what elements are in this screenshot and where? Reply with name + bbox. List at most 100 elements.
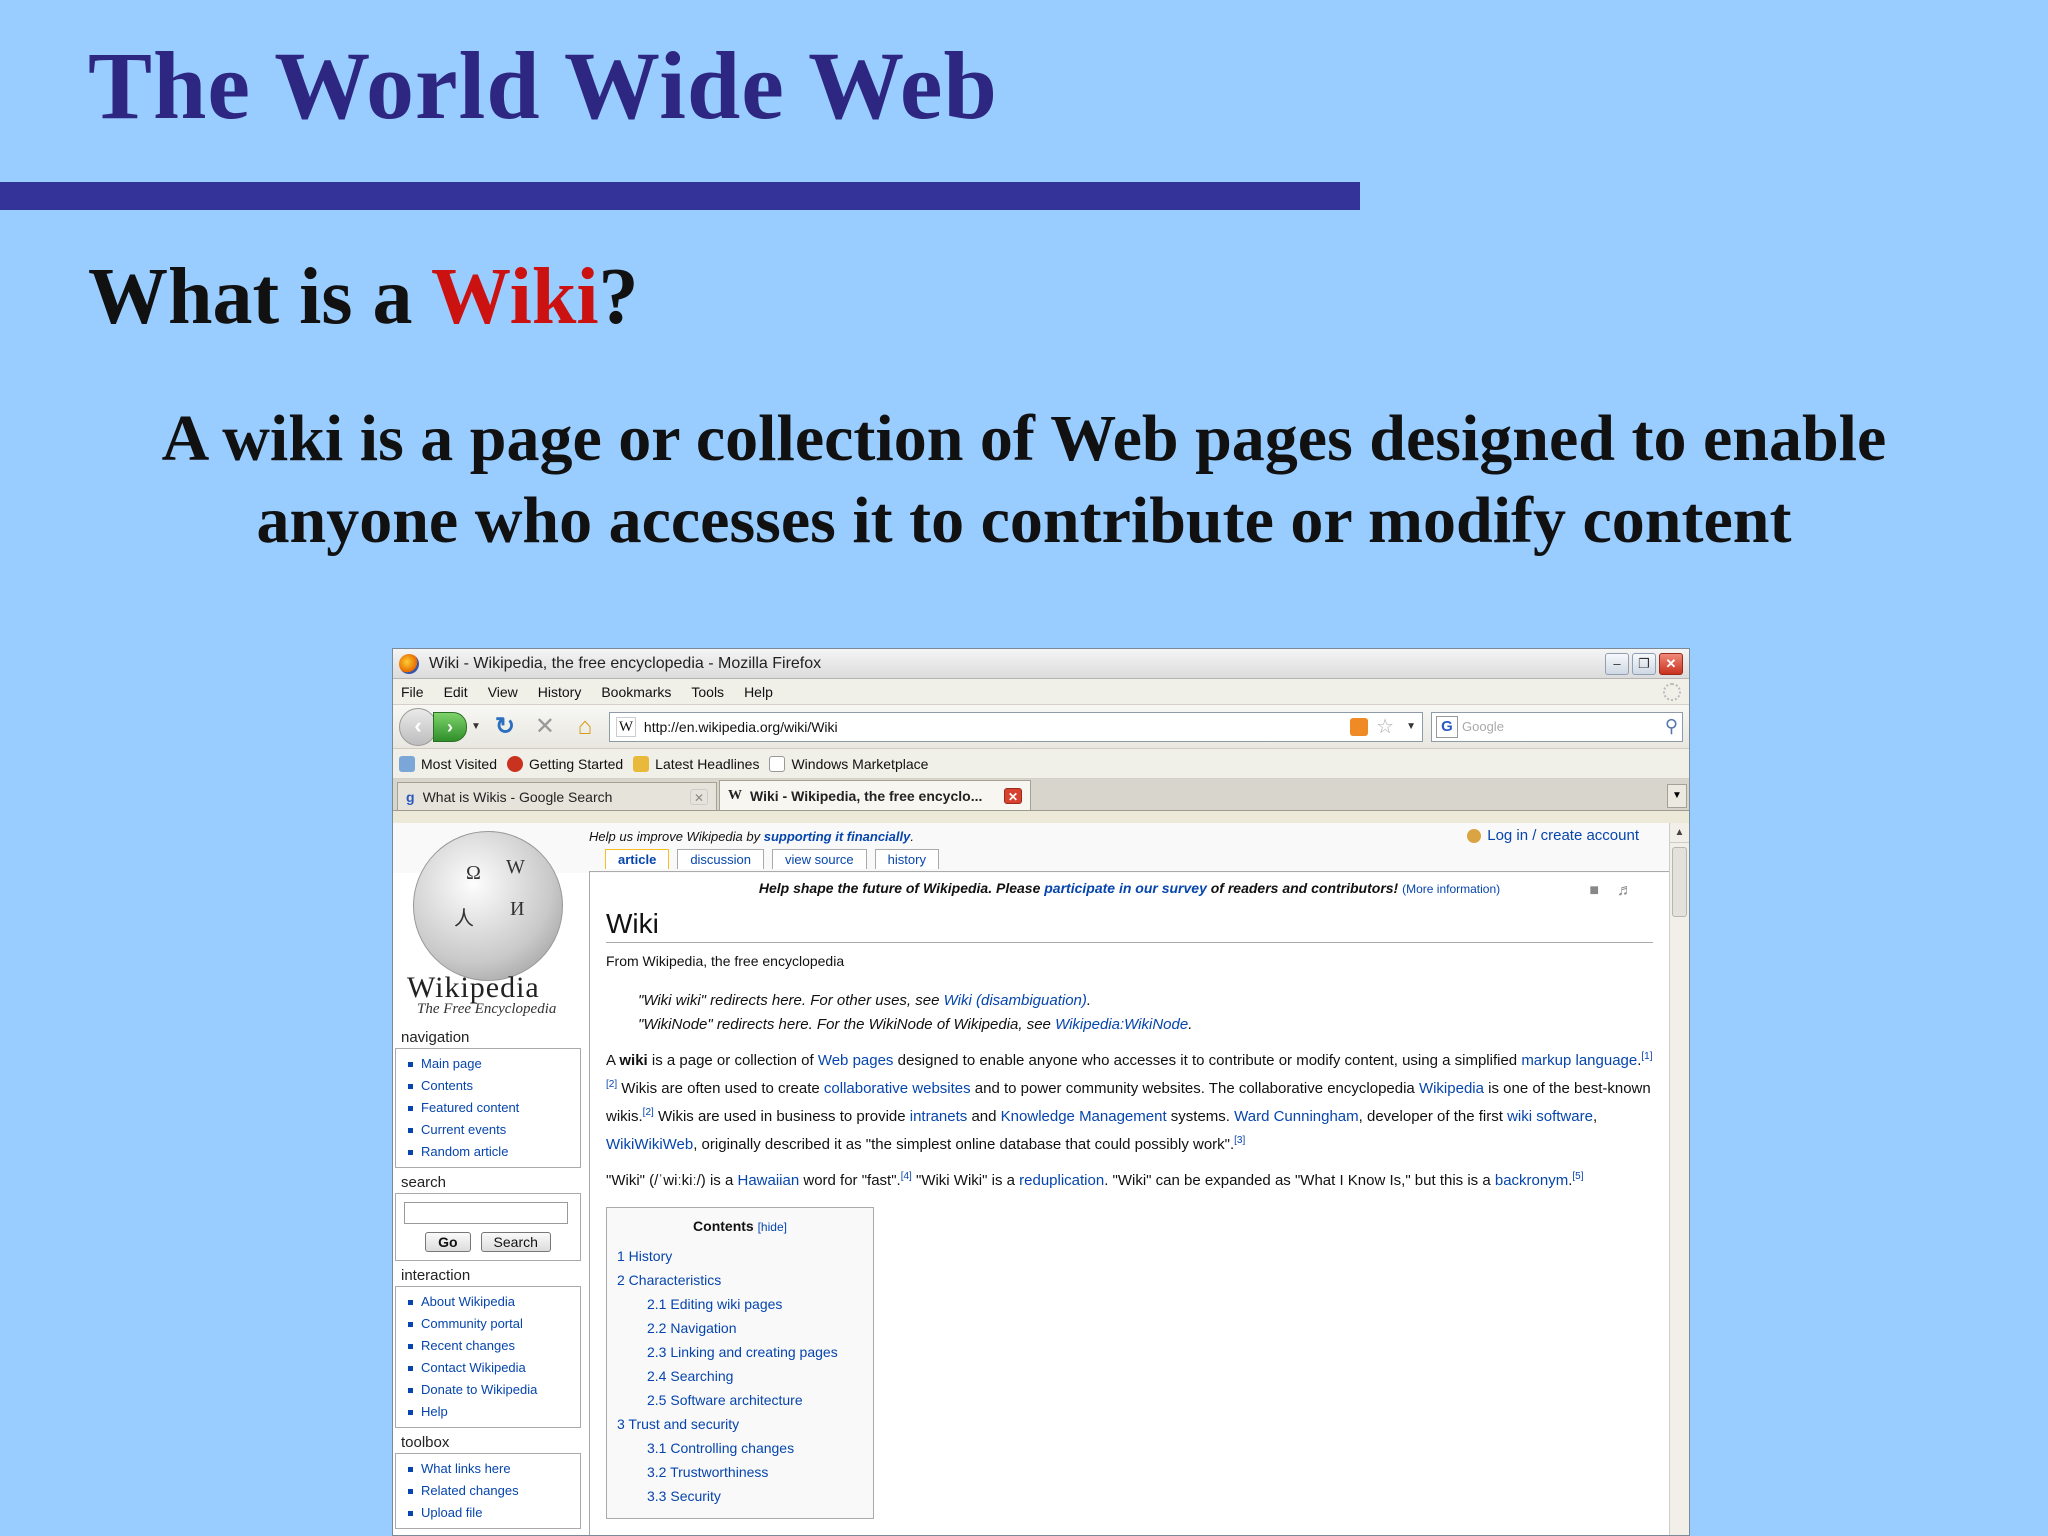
bookmark-most-visited[interactable]: Most Visited xyxy=(399,755,497,772)
tab-history[interactable]: history xyxy=(874,849,939,869)
close-button[interactable]: ✕ xyxy=(1659,652,1683,675)
toc-item[interactable]: 2.2 Navigation xyxy=(617,1316,863,1340)
menu-edit[interactable]: Edit xyxy=(444,684,468,700)
toc-hide-link[interactable]: [hide] xyxy=(758,1220,787,1234)
tab-article[interactable]: article xyxy=(605,849,670,869)
tab-discussion[interactable]: discussion xyxy=(677,849,765,869)
toc-item[interactable]: 2.1 Editing wiki pages xyxy=(617,1292,863,1316)
nav-contents[interactable]: Contents xyxy=(408,1075,574,1097)
wikipedia-link[interactable]: Wikipedia xyxy=(1419,1080,1484,1097)
menu-help[interactable]: Help xyxy=(744,684,773,700)
wikinode-link[interactable]: Wikipedia:WikiNode xyxy=(1055,1016,1188,1033)
nav-recent-changes[interactable]: Recent changes xyxy=(408,1335,574,1357)
home-icon[interactable]: ⌂ xyxy=(569,711,601,743)
forward-button[interactable]: › xyxy=(433,711,467,742)
toc-item[interactable]: 3.1 Controlling changes xyxy=(617,1436,863,1460)
wikipedia-logo[interactable]: Ω W 人 И Wikipedia The Free Encyclopedia xyxy=(393,823,589,1023)
hatnote-text: "Wiki wiki" redirects here. For other us… xyxy=(638,992,944,1009)
stop-icon[interactable]: ✕ xyxy=(529,711,561,743)
url-dropdown-icon[interactable]: ▼ xyxy=(1406,721,1416,732)
knowledge-management-link[interactable]: Knowledge Management xyxy=(1001,1108,1167,1125)
url-text[interactable]: http://en.wikipedia.org/wiki/Wiki xyxy=(644,719,1342,735)
tool-upload-file[interactable]: Upload file xyxy=(408,1502,574,1524)
nav-help[interactable]: Help xyxy=(408,1401,574,1423)
title-rule xyxy=(0,182,1360,210)
minimize-button[interactable]: – xyxy=(1605,652,1629,675)
scroll-up-icon[interactable]: ▲ xyxy=(1670,823,1689,843)
menu-history[interactable]: History xyxy=(538,684,582,700)
menu-view[interactable]: View xyxy=(488,684,518,700)
search-icon[interactable]: ⚲ xyxy=(1665,716,1678,737)
nav-random-article[interactable]: Random article xyxy=(408,1141,574,1163)
login-link[interactable]: Log in / create account xyxy=(1467,827,1639,844)
hawaiian-link[interactable]: Hawaiian xyxy=(737,1172,799,1189)
toolbox-portlet: What links here Related changes Upload f… xyxy=(395,1453,581,1529)
toc-item[interactable]: 3 Trust and security xyxy=(617,1412,863,1436)
tab-close-icon[interactable]: ✕ xyxy=(1004,787,1022,804)
reduplication-link[interactable]: reduplication xyxy=(1019,1172,1104,1189)
toc-item[interactable]: 1 History xyxy=(617,1244,863,1268)
toc-item[interactable]: 2.3 Linking and creating pages xyxy=(617,1340,863,1364)
wiki-software-link[interactable]: wiki software xyxy=(1507,1108,1593,1125)
wiki-search-input[interactable] xyxy=(404,1202,568,1224)
backronym-link[interactable]: backronym xyxy=(1495,1172,1568,1189)
nav-featured-content[interactable]: Featured content xyxy=(408,1097,574,1119)
collaborative-websites-link[interactable]: collaborative websites xyxy=(824,1080,971,1097)
bookmark-latest-headlines[interactable]: Latest Headlines xyxy=(633,755,760,772)
login-label[interactable]: Log in / create account xyxy=(1487,827,1639,844)
nav-about-wikipedia[interactable]: About Wikipedia xyxy=(408,1291,574,1313)
toc-item[interactable]: 2 Characteristics xyxy=(617,1268,863,1292)
search-placeholder[interactable]: Google xyxy=(1462,719,1661,734)
tab-list-dropdown-icon[interactable]: ▼ xyxy=(1667,784,1687,808)
disambiguation-link[interactable]: Wiki (disambiguation) xyxy=(944,992,1087,1009)
nav-main-page[interactable]: Main page xyxy=(408,1053,574,1075)
maximize-button[interactable]: ❐ xyxy=(1632,652,1656,675)
google-engine-icon[interactable]: G xyxy=(1436,715,1458,738)
toc-item[interactable]: 2.4 Searching xyxy=(617,1364,863,1388)
tab-wikipedia[interactable]: W Wiki - Wikipedia, the free encyclo... … xyxy=(719,780,1031,810)
bookmark-windows-marketplace[interactable]: Windows Marketplace xyxy=(769,755,928,772)
toc-item[interactable]: 2.5 Software architecture xyxy=(617,1388,863,1412)
nav-contact-wikipedia[interactable]: Contact Wikipedia xyxy=(408,1357,574,1379)
support-link[interactable]: supporting it financially xyxy=(764,829,911,844)
markup-language-link[interactable]: markup language xyxy=(1521,1052,1637,1069)
tool-related-changes[interactable]: Related changes xyxy=(408,1480,574,1502)
toc-title: Contents [hide] xyxy=(617,1218,863,1234)
web-pages-link[interactable]: Web pages xyxy=(818,1052,894,1069)
tool-what-links-here[interactable]: What links here xyxy=(408,1458,574,1480)
vertical-scrollbar[interactable]: ▲ xyxy=(1669,823,1689,1535)
window-titlebar: Wiki - Wikipedia, the free encyclopedia … xyxy=(393,649,1689,679)
tab-view-source[interactable]: view source xyxy=(772,849,867,869)
go-button[interactable]: Go xyxy=(425,1232,471,1252)
search-bar[interactable]: G Google ⚲ xyxy=(1431,711,1683,742)
reload-icon[interactable]: ↻ xyxy=(489,711,521,743)
menu-tools[interactable]: Tools xyxy=(691,684,724,700)
menu-bookmarks[interactable]: Bookmarks xyxy=(601,684,671,700)
bookmarks-toolbar: Most Visited Getting Started Latest Head… xyxy=(393,749,1689,779)
bookmark-label: Latest Headlines xyxy=(655,755,760,772)
nav-community-portal[interactable]: Community portal xyxy=(408,1313,574,1335)
site-sub: From Wikipedia, the free encyclopedia xyxy=(606,953,845,969)
toc-item[interactable]: 3.3 Security xyxy=(617,1484,863,1508)
bookmark-star-icon[interactable]: ☆ xyxy=(1376,714,1394,739)
nav-donate[interactable]: Donate to Wikipedia xyxy=(408,1379,574,1401)
more-information-link[interactable]: (More information) xyxy=(1402,882,1500,896)
scroll-thumb[interactable] xyxy=(1672,847,1687,917)
history-dropdown-icon[interactable]: ▼ xyxy=(471,721,481,732)
description-line-2: anyone who accesses it to contribute or … xyxy=(256,484,1792,557)
nav-current-events[interactable]: Current events xyxy=(408,1119,574,1141)
url-bar[interactable]: W http://en.wikipedia.org/wiki/Wiki ☆ ▼ xyxy=(608,711,1423,742)
speaker-icon[interactable]: ♬ xyxy=(1617,882,1633,900)
rss-feed-icon[interactable] xyxy=(1350,717,1369,736)
tab-close-icon[interactable]: ✕ xyxy=(690,788,708,805)
survey-link[interactable]: participate in our survey xyxy=(1044,880,1207,896)
ward-cunningham-link[interactable]: Ward Cunningham xyxy=(1234,1108,1359,1125)
back-button[interactable]: ‹ xyxy=(399,707,437,746)
menu-file[interactable]: File xyxy=(401,684,424,700)
intranets-link[interactable]: intranets xyxy=(910,1108,968,1125)
tab-google-search[interactable]: g What is Wikis - Google Search ✕ xyxy=(397,782,717,810)
bookmark-getting-started[interactable]: Getting Started xyxy=(507,755,623,772)
search-button[interactable]: Search xyxy=(480,1232,551,1252)
toc-item[interactable]: 3.2 Trustworthiness xyxy=(617,1460,863,1484)
wikiwikiweb-link[interactable]: WikiWikiWeb xyxy=(606,1136,693,1153)
